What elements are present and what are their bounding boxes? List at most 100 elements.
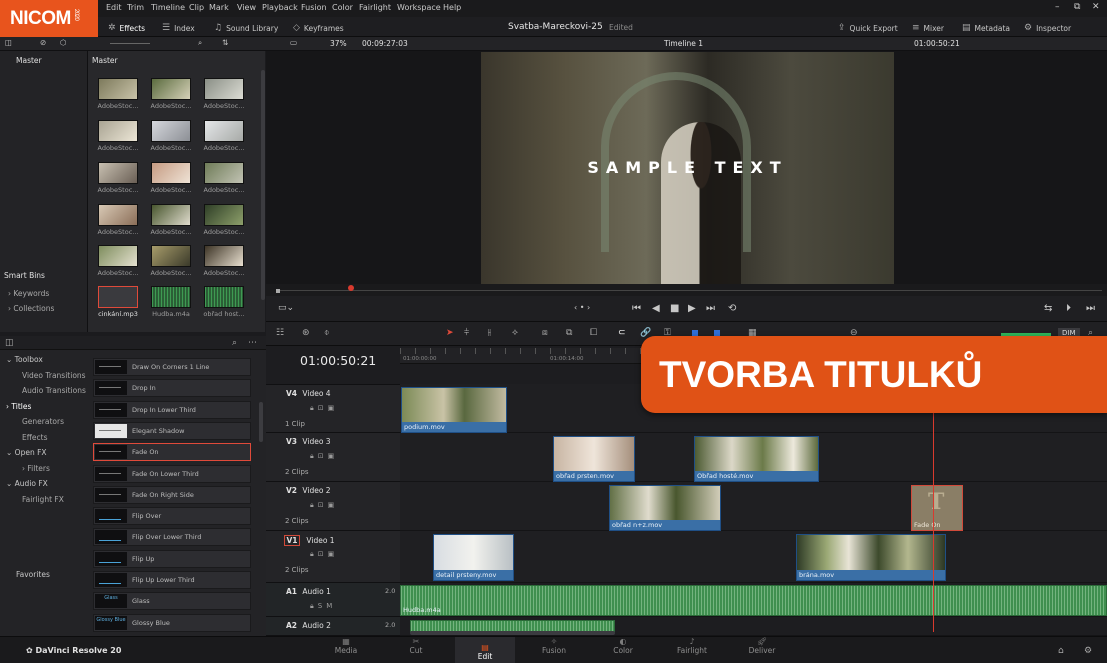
media-clip-thumbnail[interactable] [98, 120, 138, 142]
effects-tree-audio-fx[interactable]: ⌄ Audio FX [6, 479, 48, 488]
track-visibility-icon[interactable]: ▣ [328, 501, 339, 509]
maximize-icon[interactable]: ⧉ [1074, 2, 1080, 12]
track-header-v2[interactable]: V2 Video 2 🔒︎⊡▣ 2 Clips [266, 482, 400, 531]
auto-select-icon[interactable]: ⊡ [318, 404, 328, 412]
effect-item[interactable]: Flip Over Lower Third [93, 528, 251, 547]
panel-toggle-icon[interactable]: ◫ [5, 38, 12, 47]
mute-icon[interactable]: M [326, 602, 336, 610]
track-header-a1[interactable]: A1 Audio 1 🔒︎SM 2.0 [266, 583, 400, 617]
clip-hudba-audio[interactable]: Hudba.m4a [400, 585, 1107, 616]
scrub-playhead[interactable] [348, 285, 354, 291]
media-clip-thumbnail[interactable] [204, 162, 244, 184]
timeline-selector[interactable]: Timeline 1 [664, 39, 703, 48]
track-header-v4[interactable]: V4 Video 4 🔒︎⊡▣ 1 Clip [266, 384, 400, 433]
sound-library-button[interactable]: ♫ Sound Library [214, 23, 278, 33]
viewer-scrubber[interactable] [266, 284, 1107, 296]
metadata-button[interactable]: ▤ Metadata [962, 23, 1010, 33]
effect-item[interactable]: Fade On [93, 443, 251, 462]
viewer-options-icon[interactable]: ▭⌄ [278, 303, 294, 313]
track-controls[interactable]: 🔒︎SM [310, 602, 336, 611]
track-visibility-icon[interactable]: ▣ [328, 452, 339, 460]
track-controls[interactable]: 🔒︎⊡▣ [310, 404, 338, 413]
bin-master[interactable]: Master [16, 56, 42, 65]
blade-tool-icon[interactable]: ⟡ [512, 328, 518, 338]
media-clip-thumbnail[interactable] [151, 120, 191, 142]
timeline-view-icon[interactable]: ☷ [276, 328, 284, 338]
clip-obrad-nz[interactable]: obřad n+z.mov [609, 485, 721, 531]
selection-tool-icon[interactable]: ➤ [446, 328, 454, 338]
menu-color[interactable]: Color [332, 3, 353, 12]
lock-icon[interactable]: 🔒︎ [310, 602, 318, 610]
effect-item[interactable]: Flip Up Lower Third [93, 571, 251, 589]
play-icon[interactable]: ▶ [688, 303, 696, 314]
close-icon[interactable]: ✕ [1092, 2, 1100, 12]
track-header-a2[interactable]: A2 Audio 2 2.0 [266, 617, 400, 636]
solo-icon[interactable]: S [318, 602, 326, 610]
minimize-icon[interactable]: – [1055, 2, 1060, 12]
effect-item[interactable]: Drop In Lower Third [93, 400, 251, 419]
page-tab-fairlight[interactable]: ♪ Fairlight [662, 637, 722, 655]
trim-tool-icon[interactable]: ⫩ [464, 328, 469, 338]
timeline-scrollbar[interactable] [410, 631, 615, 635]
effects-tree-video-transitions[interactable]: Video Transitions [22, 371, 86, 380]
track-visibility-icon[interactable]: ▣ [328, 404, 339, 412]
auto-select-icon[interactable]: ⊡ [318, 501, 328, 509]
page-tab-deliver[interactable]: 🚀︎ Deliver [732, 637, 792, 655]
media-audio-thumbnail[interactable] [151, 286, 191, 308]
effects-tree-open-fx[interactable]: ⌄ Open FX [6, 448, 47, 457]
effects-tree-toolbox[interactable]: ⌄ Toolbox [6, 355, 43, 364]
media-clip-thumbnail[interactable] [98, 245, 138, 267]
page-tab-fusion[interactable]: ✧ Fusion [524, 637, 584, 655]
effect-item[interactable]: Flip Over [93, 507, 251, 526]
media-clip-thumbnail[interactable] [98, 204, 138, 226]
page-tab-edit[interactable]: ▤ Edit [455, 637, 515, 663]
audio-scrub-icon[interactable]: ⌽ [324, 328, 329, 338]
page-tab-media[interactable]: ▦ Media [316, 637, 376, 655]
zoom-level[interactable]: 37% [330, 39, 347, 48]
track-header-v3[interactable]: V3 Video 3 🔒︎⊡▣ 2 Clips [266, 433, 400, 482]
panel-toggle-icon[interactable]: ◫ [5, 338, 14, 348]
inspector-button[interactable]: ⚙ Inspector [1024, 23, 1071, 33]
menu-fairlight[interactable]: Fairlight [359, 3, 391, 12]
settings-icon[interactable]: ⚙ [1084, 646, 1092, 656]
home-icon[interactable]: ⌂ [1058, 646, 1064, 656]
effects-tree-generators[interactable]: Generators [22, 417, 64, 426]
keyframes-button[interactable]: ◇ Keyframes [293, 23, 344, 33]
dynamic-trim-icon[interactable]: ⫲ [488, 328, 491, 338]
media-audio-thumbnail[interactable] [98, 286, 138, 308]
menu-timeline[interactable]: Timeline [151, 3, 185, 12]
lock-icon[interactable]: 🔒︎ [310, 452, 318, 460]
match-frame-icon[interactable]: ⇆ [1044, 303, 1052, 314]
effects-button[interactable]: ✲ Effects [108, 23, 145, 33]
search-icon[interactable]: ⌕ [198, 38, 202, 48]
menu-mark[interactable]: Mark [209, 3, 229, 12]
media-clip-thumbnail[interactable] [151, 162, 191, 184]
jog-icon[interactable]: ‹ • › [574, 303, 590, 312]
menu-help[interactable]: Help [443, 3, 461, 12]
index-button[interactable]: ☰ Index [162, 23, 195, 33]
overwrite-clip-icon[interactable]: ⧉ [566, 328, 572, 338]
media-clip-thumbnail[interactable] [204, 78, 244, 100]
effects-tree-fairlight-fx[interactable]: Fairlight FX [22, 495, 64, 504]
clip-brana[interactable]: brána.mov [796, 534, 946, 581]
insert-clip-icon[interactable]: ⧈ [542, 328, 548, 338]
menu-workspace[interactable]: Workspace [397, 3, 441, 12]
replace-clip-icon[interactable]: ⧠ [590, 328, 597, 338]
smart-bin-keywords[interactable]: › Keywords [8, 289, 49, 298]
effect-item[interactable]: Drop In [93, 379, 251, 398]
media-audio-thumbnail[interactable] [204, 286, 244, 308]
clip-podium[interactable]: podium.mov [401, 387, 507, 433]
media-clip-thumbnail[interactable] [151, 245, 191, 267]
thumb-size-slider[interactable] [110, 38, 150, 44]
loop-icon[interactable]: ⟲ [728, 303, 736, 314]
track-header-v1[interactable]: V1 Video 1 🔒︎⊡▣ 2 Clips [266, 531, 400, 583]
effect-item[interactable]: Fade On Right Side [93, 485, 251, 504]
track-controls[interactable]: 🔒︎⊡▣ [310, 501, 338, 510]
clip-obrad-hoste[interactable]: Obřad hosté.mov [694, 436, 819, 482]
media-clip-thumbnail[interactable] [98, 162, 138, 184]
lock-icon[interactable]: 🔒︎ [310, 404, 318, 412]
viewer-layout-icon[interactable]: ▭ [290, 38, 297, 47]
page-tab-color[interactable]: ◐ Color [593, 637, 653, 655]
menu-playback[interactable]: Playback [262, 3, 298, 12]
track-controls[interactable]: 🔒︎⊡▣ [310, 550, 338, 559]
